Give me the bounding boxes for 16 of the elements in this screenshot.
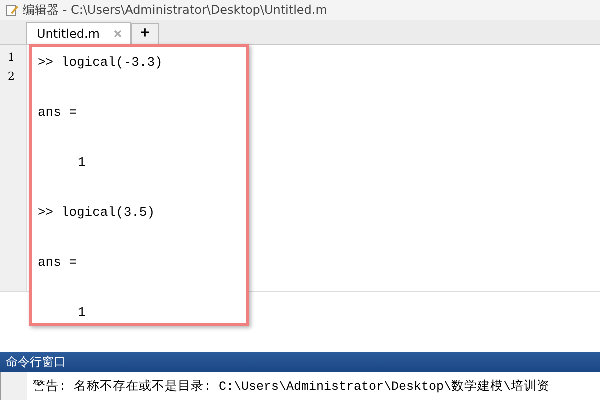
output-line: 1 <box>77 155 87 172</box>
add-tab-button[interactable]: + <box>130 23 159 44</box>
file-tab[interactable]: Untitled.m <box>26 22 131 44</box>
note-edit-icon <box>6 4 19 16</box>
line-number: 2 <box>7 70 16 83</box>
warning-message: 警告: 名称不存在或不是目录: C:\Users\Administrator\Desktop\数学建模\培训资 <box>32 378 550 396</box>
command-line: >> logical(3.5) <box>38 205 156 222</box>
panel-title: 命令行窗口 <box>6 354 66 370</box>
console-gutter <box>1 372 27 400</box>
window-title: 编辑器 - C:\Users\Administrator\Desktop\Untitled.m <box>23 2 328 18</box>
close-icon[interactable] <box>114 30 122 38</box>
line-number: 1 <box>7 51 16 64</box>
output-line: 1 <box>77 305 87 322</box>
output-line: ans = <box>38 255 78 272</box>
output-line: ans = <box>38 105 78 122</box>
command-line: >> logical(-3.3) <box>38 55 164 72</box>
